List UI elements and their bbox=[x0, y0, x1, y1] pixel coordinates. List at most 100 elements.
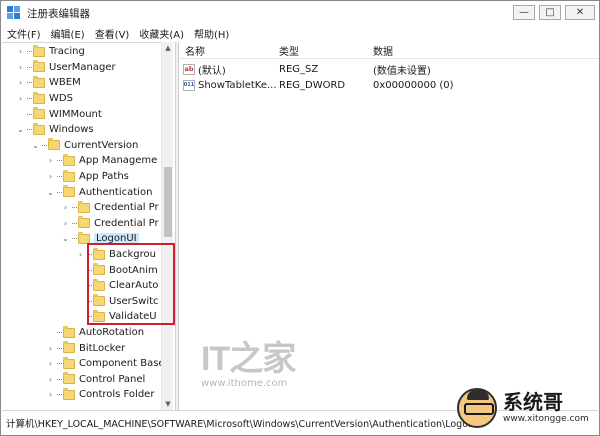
tree-item[interactable]: › WDS bbox=[16, 91, 73, 107]
tree-item[interactable]: › Tracing bbox=[16, 44, 85, 60]
value-name-cell: 011 ShowTabletKe... bbox=[183, 77, 277, 93]
folder-icon bbox=[33, 107, 45, 120]
tree-item[interactable]: › Credential Pr bbox=[61, 200, 159, 216]
tree-item[interactable]: › BitLocker bbox=[46, 340, 125, 356]
folder-icon bbox=[33, 44, 45, 57]
tree-item-label: Credential Pr bbox=[94, 217, 159, 229]
value-data: 0x00000000 (0) bbox=[373, 79, 454, 91]
expand-arrow-icon[interactable]: › bbox=[46, 342, 55, 354]
tree-connector bbox=[57, 160, 62, 162]
expand-arrow-icon[interactable]: › bbox=[46, 155, 55, 167]
tree-item[interactable]: WIMMount bbox=[16, 106, 102, 122]
expand-arrow-icon[interactable]: › bbox=[46, 358, 55, 370]
list-item[interactable]: ab (默认) REG_SZ (数值未设置) bbox=[179, 61, 599, 77]
menu-view[interactable]: 查看(V) bbox=[95, 26, 130, 41]
expand-arrow-icon[interactable]: › bbox=[46, 373, 55, 385]
collapse-arrow-icon[interactable]: ⌄ bbox=[31, 139, 40, 151]
tree-connector bbox=[57, 363, 62, 365]
tree-item[interactable]: › Component Base bbox=[46, 356, 165, 372]
expand-arrow-icon[interactable]: › bbox=[46, 389, 55, 401]
expand-arrow-icon[interactable]: › bbox=[16, 61, 25, 73]
folder-icon bbox=[63, 372, 75, 385]
xitongge-watermark: 系统哥 www.xitongge.com bbox=[457, 386, 597, 430]
close-button[interactable]: ✕ bbox=[565, 5, 595, 20]
expand-arrow-icon[interactable]: › bbox=[76, 249, 85, 261]
menu-file[interactable]: 文件(F) bbox=[7, 26, 41, 41]
column-name[interactable]: 名称 bbox=[185, 42, 205, 59]
tree-item-label: LogonUI bbox=[94, 233, 139, 245]
tree-item[interactable]: ⌄ CurrentVersion bbox=[31, 138, 138, 154]
collapse-arrow-icon[interactable]: ⌄ bbox=[46, 186, 55, 198]
folder-icon bbox=[48, 138, 60, 151]
scroll-up-arrow[interactable]: ▲ bbox=[162, 42, 174, 54]
tree-item-label: App Manageme bbox=[79, 155, 158, 167]
tree-connector bbox=[27, 98, 32, 100]
window-controls: — □ ✕ bbox=[513, 5, 595, 20]
expand-arrow-icon[interactable]: › bbox=[16, 93, 25, 105]
registry-key-tree[interactable]: › Tracing › UserManager › WBEM › WDS WIMMount ⌄ Wi… bbox=[2, 42, 174, 410]
tree-item[interactable]: ⌄ Windows bbox=[16, 122, 94, 138]
collapse-arrow-icon[interactable]: ⌄ bbox=[16, 124, 25, 136]
folder-icon bbox=[93, 263, 105, 276]
expand-arrow-icon[interactable]: › bbox=[16, 46, 25, 58]
dword-value-icon: 011 bbox=[183, 79, 195, 91]
tree-item[interactable]: UserSwitc bbox=[76, 294, 159, 310]
tree-item[interactable]: ⌄ Authentication bbox=[46, 184, 152, 200]
tree-item[interactable]: › Control Panel bbox=[46, 372, 145, 388]
tree-item[interactable]: › Controls Folder bbox=[46, 387, 154, 403]
expand-arrow-icon[interactable]: › bbox=[16, 77, 25, 89]
tree-item-label: Backgrou bbox=[109, 249, 156, 261]
collapse-arrow-icon[interactable]: ⌄ bbox=[61, 233, 70, 245]
tree-item-label: ClearAuto bbox=[109, 280, 159, 292]
tree-connector bbox=[57, 347, 62, 349]
tree-item[interactable]: ⌄ LogonUI bbox=[61, 231, 139, 247]
tree-item[interactable]: ClearAuto bbox=[76, 278, 158, 294]
tree-item[interactable]: AutoRotation bbox=[46, 325, 144, 341]
menu-edit[interactable]: 编辑(E) bbox=[51, 26, 85, 41]
minimize-button[interactable]: — bbox=[513, 5, 535, 20]
tree-item-label: Authentication bbox=[79, 186, 153, 198]
folder-icon bbox=[63, 341, 75, 354]
value-name: ShowTabletKe... bbox=[198, 79, 277, 91]
menu-help[interactable]: 帮助(H) bbox=[194, 26, 229, 41]
folder-icon bbox=[63, 325, 75, 338]
tree-connector bbox=[57, 332, 62, 334]
value-data: (数值未设置) bbox=[373, 65, 431, 77]
tree-item[interactable]: › Credential Pr bbox=[61, 216, 159, 232]
menu-favorites[interactable]: 收藏夹(A) bbox=[139, 26, 184, 41]
tree-item[interactable]: › WBEM bbox=[16, 75, 81, 91]
column-type[interactable]: 类型 bbox=[279, 42, 299, 59]
expand-arrow-icon[interactable]: › bbox=[46, 171, 55, 183]
expand-arrow-icon[interactable]: › bbox=[61, 217, 70, 229]
ithome-url: www.ithome.com bbox=[201, 378, 288, 389]
tree-scrollbar[interactable]: ▲ ▼ bbox=[161, 42, 173, 410]
folder-icon bbox=[33, 75, 45, 88]
registry-editor-window: 注册表编辑器 — □ ✕ 文件(F) 编辑(E) 查看(V) 收藏夹(A) 帮助… bbox=[0, 0, 600, 436]
scroll-thumb[interactable] bbox=[164, 167, 172, 237]
folder-icon bbox=[33, 122, 45, 135]
title-bar[interactable]: 注册表编辑器 — □ ✕ bbox=[1, 1, 599, 25]
list-item[interactable]: 011 ShowTabletKe... REG_DWORD 0x00000000… bbox=[179, 77, 599, 93]
folder-icon bbox=[63, 356, 75, 369]
expand-arrow-icon[interactable]: › bbox=[61, 202, 70, 214]
tree-connector bbox=[87, 285, 92, 287]
tree-item[interactable]: BootAnim bbox=[76, 262, 158, 278]
maximize-button[interactable]: □ bbox=[539, 5, 561, 20]
tree-item[interactable]: › App Paths bbox=[46, 169, 129, 185]
values-list[interactable]: 名称 类型 数据 ab (默认) REG_SZ (数值未设置) 011 Show… bbox=[179, 42, 599, 410]
scroll-down-arrow[interactable]: ▼ bbox=[162, 398, 174, 410]
tree-connector bbox=[42, 144, 47, 146]
tree-item-label: Component Base bbox=[79, 358, 165, 370]
tree-item[interactable]: ValidateU bbox=[76, 309, 157, 325]
tree-item[interactable]: › UserManager bbox=[16, 60, 116, 76]
column-data[interactable]: 数据 bbox=[373, 42, 393, 59]
window-title: 注册表编辑器 bbox=[27, 7, 90, 20]
tree-item[interactable]: › App Manageme bbox=[46, 153, 157, 169]
tree-item-label: Windows bbox=[49, 124, 94, 136]
tree-item-label: BitLocker bbox=[79, 342, 126, 354]
tree-item-label: Control Panel bbox=[79, 373, 146, 385]
tree-item[interactable]: › Backgrou bbox=[76, 247, 156, 263]
